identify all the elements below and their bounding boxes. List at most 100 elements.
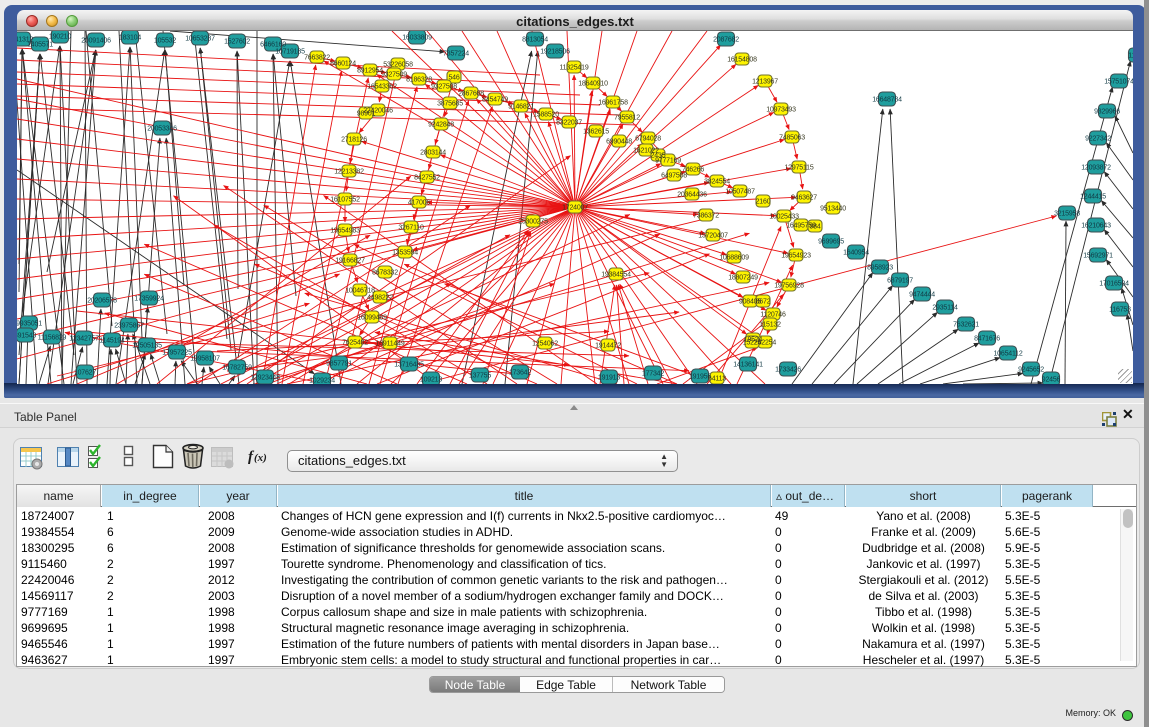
svg-text:183104: 183104	[119, 35, 141, 42]
svg-text:191913: 191913	[598, 375, 620, 382]
svg-text:15751074: 15751074	[1104, 79, 1133, 86]
svg-text:25300275: 25300275	[518, 219, 548, 226]
svg-text:7357224: 7357224	[443, 51, 469, 58]
svg-text:20091406: 20091406	[81, 38, 111, 45]
svg-text:8678332: 8678332	[372, 270, 398, 277]
svg-text:16543362: 16543362	[367, 84, 397, 91]
svg-text:417006: 417006	[408, 200, 430, 207]
svg-text:10046718: 10046718	[345, 288, 375, 295]
svg-text:9242848: 9242848	[428, 122, 454, 129]
svg-text:1588520: 1588520	[533, 112, 559, 119]
svg-text:8672: 8672	[756, 299, 771, 306]
svg-text:20364436: 20364436	[677, 192, 707, 199]
svg-text:10653287: 10653287	[185, 36, 215, 43]
svg-text:9513440: 9513440	[820, 206, 846, 213]
svg-text:15720407: 15720407	[698, 233, 728, 240]
svg-text:8454749: 8454749	[482, 97, 508, 104]
svg-text:16099489: 16099489	[357, 315, 387, 322]
svg-text:3875685: 3875685	[437, 101, 463, 108]
svg-text:9474444: 9474444	[909, 292, 935, 299]
svg-text:92456: 92456	[1042, 377, 1061, 384]
svg-text:64113: 64113	[708, 376, 726, 383]
svg-text:53226058: 53226058	[383, 62, 413, 69]
svg-text:15692971: 15692971	[1083, 253, 1113, 260]
svg-text:9935051: 9935051	[17, 321, 42, 328]
svg-text:20053346: 20053346	[147, 126, 177, 133]
svg-text:3824554: 3824554	[704, 179, 730, 186]
svg-text:7386372: 7386372	[693, 213, 719, 220]
svg-text:15224: 15224	[743, 340, 762, 347]
svg-text:17957225: 17957225	[162, 350, 192, 357]
svg-text:9463627: 9463627	[791, 195, 817, 202]
svg-text:10654112: 10654112	[993, 351, 1022, 358]
svg-text:16911449: 16911449	[375, 341, 404, 348]
svg-text:14136141: 14136141	[733, 362, 763, 369]
svg-text:3215958: 3215958	[1054, 211, 1080, 218]
svg-text:2160: 2160	[756, 199, 771, 206]
svg-text:9327509: 9327509	[381, 72, 407, 79]
svg-text:6466160: 6466160	[260, 42, 286, 49]
svg-text:6879197: 6879197	[887, 278, 913, 285]
svg-text:12975115: 12975115	[784, 165, 813, 172]
svg-text:8660124: 8660124	[330, 61, 356, 68]
svg-text:8912954: 8912954	[357, 68, 383, 75]
svg-text:19958107: 19958107	[190, 356, 220, 363]
svg-text:8186328: 8186328	[406, 77, 432, 84]
svg-text:(x): (x)	[254, 452, 267, 464]
svg-text:9857791: 9857791	[326, 361, 352, 368]
svg-text:6990448: 6990448	[606, 139, 632, 146]
svg-text:10719185: 10719185	[275, 49, 305, 56]
svg-text:16648784: 16648784	[872, 97, 902, 104]
svg-text:16782759: 16782759	[222, 365, 252, 372]
svg-text:16210643: 16210643	[1081, 223, 1111, 230]
svg-text:391543: 391543	[17, 333, 36, 340]
svg-text:11172: 11172	[1128, 53, 1133, 60]
svg-text:116753: 116753	[1109, 307, 1131, 314]
svg-text:7485063: 7485063	[779, 135, 805, 142]
svg-text:7632621: 7632621	[953, 322, 979, 329]
svg-text:6497508: 6497508	[661, 173, 687, 180]
svg-text:19166827: 19166827	[335, 258, 365, 265]
svg-text:16033809: 16033809	[402, 35, 432, 42]
svg-text:9699695: 9699695	[818, 239, 844, 246]
svg-text:12342757: 12342757	[69, 336, 99, 343]
svg-text:8471676: 8471676	[974, 336, 1000, 343]
svg-text:1914472: 1914472	[595, 343, 621, 350]
svg-text:7955812: 7955812	[614, 115, 640, 122]
svg-text:984: 984	[809, 224, 820, 231]
svg-text:1527602: 1527602	[224, 39, 250, 46]
svg-text:19756928: 19756928	[774, 283, 804, 290]
svg-text:9146821: 9146821	[508, 104, 534, 111]
svg-text:1724007: 1724007	[562, 205, 588, 212]
svg-text:2935114: 2935114	[932, 305, 958, 312]
svg-text:173642: 173642	[509, 370, 531, 377]
svg-text:1244415: 1244415	[1080, 194, 1106, 201]
svg-text:1145194: 1145194	[99, 338, 125, 345]
svg-text:12093872: 12093872	[1081, 165, 1111, 172]
svg-text:19218506: 19218506	[540, 49, 570, 56]
svg-text:190210: 190210	[49, 34, 71, 41]
svg-text:1213967: 1213967	[752, 79, 778, 86]
svg-text:2087682: 2087682	[713, 37, 739, 44]
svg-text:20206578: 20206578	[87, 298, 117, 305]
svg-text:16107552: 16107552	[330, 197, 360, 204]
svg-text:115132: 115132	[759, 322, 781, 329]
svg-text:19654983: 19654983	[330, 228, 360, 235]
svg-text:9329966: 9329966	[1094, 109, 1120, 116]
svg-text:4498222: 4498222	[367, 295, 393, 302]
svg-text:1029234: 1029234	[309, 378, 335, 385]
svg-text:9777169: 9777169	[655, 158, 681, 165]
svg-text:98901: 98901	[357, 111, 376, 118]
svg-text:9327508: 9327508	[431, 84, 457, 91]
svg-text:10973493: 10973493	[766, 107, 796, 114]
svg-text:8322037: 8322037	[556, 120, 582, 127]
svg-text:17359924: 17359924	[134, 296, 164, 303]
svg-text:16154808: 16154808	[727, 57, 757, 64]
svg-text:18807249: 18807249	[728, 275, 758, 282]
svg-text:7625402: 7625402	[342, 340, 368, 347]
svg-text:19384554: 19384554	[601, 272, 631, 279]
svg-text:105532: 105532	[154, 38, 176, 45]
svg-text:12505135: 12505135	[132, 343, 162, 350]
svg-text:7663822: 7663822	[304, 55, 330, 62]
svg-text:10025433: 10025433	[769, 214, 799, 221]
